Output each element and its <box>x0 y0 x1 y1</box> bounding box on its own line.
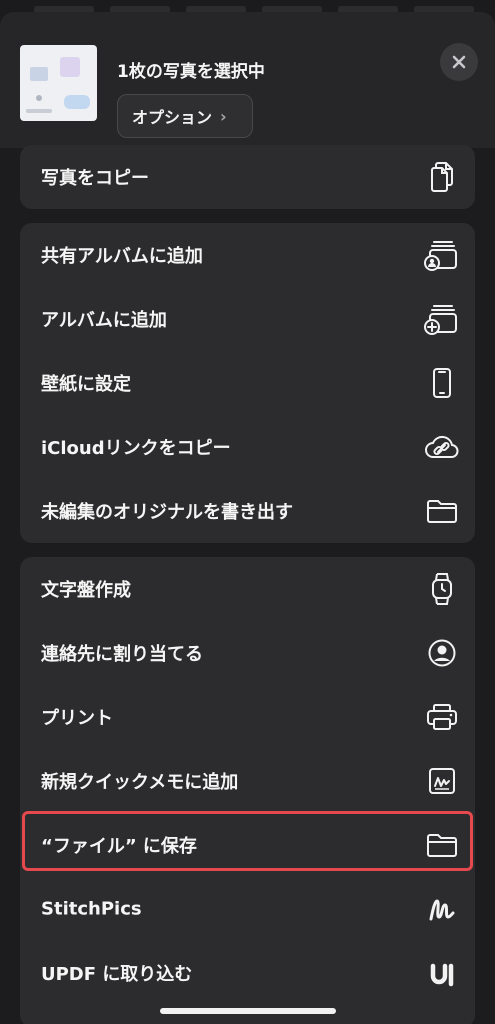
menu-item-label: 共有アルバムに追加 <box>41 246 203 267</box>
menu-item-label: 連絡先に割り当てる <box>41 644 203 665</box>
printer-icon <box>424 699 460 735</box>
stitchpics-app-icon <box>424 891 460 927</box>
selected-photo-thumbnail <box>20 45 97 121</box>
options-label: オプション <box>132 108 213 127</box>
menu-item-label: アルバムに追加 <box>41 310 167 331</box>
add-album-icon <box>424 301 460 337</box>
menu-item-label: UPDF に取り込む <box>41 964 193 985</box>
chevron-right-icon: › <box>220 106 227 126</box>
menu-item-save-to-files[interactable]: “ファイル” に保存 <box>20 813 475 877</box>
copy-icon <box>424 159 460 195</box>
shared-album-icon <box>424 237 460 273</box>
menu-item-label: 文字盤作成 <box>41 580 131 601</box>
menu-item-label: 写真をコピー <box>41 168 149 189</box>
menu-item-copy-icloud-link[interactable]: iCloudリンクをコピー <box>20 415 475 479</box>
copy-group: 写真をコピー <box>20 145 475 209</box>
watch-icon <box>424 571 460 607</box>
share-sheet: 1枚の写真を選択中 オプション › 写真をコピー 共有アルバムに追加 アルバムに… <box>0 12 495 1024</box>
quick-note-icon <box>424 763 460 799</box>
menu-item-label: 壁紙に設定 <box>41 374 131 395</box>
menu-item-assign-to-contact[interactable]: 連絡先に割り当てる <box>20 621 475 685</box>
menu-item-print[interactable]: プリント <box>20 685 475 749</box>
options-button[interactable]: オプション › <box>117 94 253 138</box>
folder-icon <box>424 827 460 863</box>
home-indicator[interactable] <box>160 1008 336 1014</box>
menu-item-label: iCloudリンクをコピー <box>41 438 231 459</box>
folder-icon <box>424 493 460 529</box>
menu-item-add-shared-album[interactable]: 共有アルバムに追加 <box>20 223 475 287</box>
selection-title: 1枚の写真を選択中 <box>117 62 265 82</box>
menu-item-import-updf[interactable]: UPDF に取り込む <box>20 941 475 1005</box>
menu-item-label: 未編集のオリジナルを書き出す <box>41 502 293 523</box>
updf-app-icon <box>424 955 460 991</box>
cloud-link-icon <box>424 429 460 465</box>
actions-group: 文字盤作成 連絡先に割り当てる プリント 新規クイックメモに追加 “ファイル” … <box>20 557 475 1024</box>
menu-item-add-album[interactable]: アルバムに追加 <box>20 287 475 351</box>
menu-item-label: プリント <box>41 708 113 729</box>
person-circle-icon <box>424 635 460 671</box>
menu-item-create-watch-face[interactable]: 文字盤作成 <box>20 557 475 621</box>
menu-item-export-original[interactable]: 未編集のオリジナルを書き出す <box>20 479 475 543</box>
album-group: 共有アルバムに追加 アルバムに追加 壁紙に設定 iCloudリンクをコピー 未編… <box>20 223 475 543</box>
share-sheet-header: 1枚の写真を選択中 オプション › <box>0 12 495 148</box>
menu-item-label: “ファイル” に保存 <box>41 836 197 857</box>
menu-item-stitchpics[interactable]: StitchPics <box>20 877 475 941</box>
menu-item-add-quick-note[interactable]: 新規クイックメモに追加 <box>20 749 475 813</box>
menu-item-label: StitchPics <box>41 898 142 920</box>
menu-item-label: 新規クイックメモに追加 <box>41 772 239 793</box>
menu-item-copy-photo[interactable]: 写真をコピー <box>20 145 475 209</box>
menu-item-set-wallpaper[interactable]: 壁紙に設定 <box>20 351 475 415</box>
close-button[interactable] <box>440 43 478 81</box>
phone-icon <box>424 365 460 401</box>
close-icon <box>452 55 466 69</box>
